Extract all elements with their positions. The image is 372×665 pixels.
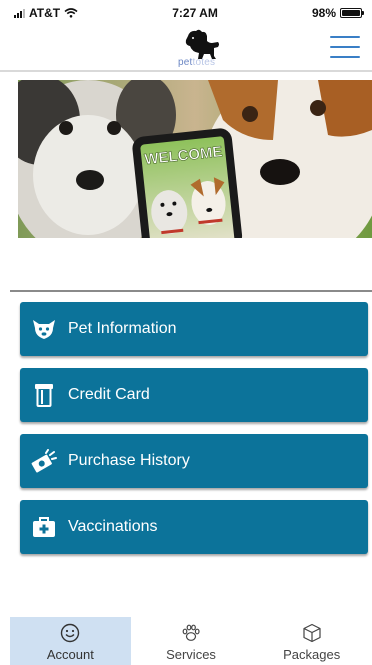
- box-icon: [303, 623, 321, 643]
- battery-icon: [340, 8, 364, 18]
- hamburger-menu-button[interactable]: [330, 34, 360, 60]
- tab-services[interactable]: Services: [131, 617, 252, 665]
- vaccinations-button[interactable]: Vaccinations: [20, 500, 368, 554]
- wifi-icon: [64, 8, 78, 18]
- clock-text: 7:27 AM: [172, 6, 218, 20]
- logo-text-totes: totes: [192, 57, 216, 68]
- bottom-tab-bar: Account Services Packages: [10, 617, 372, 665]
- vaccinations-label: Vaccinations: [68, 518, 158, 535]
- logo-text: pettotes: [178, 57, 215, 68]
- app-header: pettotes: [0, 26, 372, 72]
- hero-banner-image: WELCOME: [18, 80, 372, 238]
- section-divider: [10, 290, 372, 292]
- tab-packages[interactable]: Packages: [251, 617, 372, 665]
- medical-kit-icon: [20, 500, 68, 554]
- tab-packages-label: Packages: [283, 647, 341, 662]
- account-menu-list: Pet Information Credit Card Purchase His…: [20, 302, 368, 566]
- smiley-icon: [61, 623, 80, 643]
- pet-information-label: Pet Information: [68, 320, 177, 337]
- carrier-text: AT&T: [29, 6, 61, 20]
- tab-account-label: Account: [46, 647, 94, 662]
- hero-dogs-illustration: WELCOME: [18, 80, 372, 238]
- status-right: 98%: [311, 6, 364, 20]
- purchase-history-button[interactable]: Purchase History: [20, 434, 368, 488]
- battery-fill: [342, 10, 360, 16]
- money-icon: [20, 434, 68, 488]
- signal-icon: [14, 8, 25, 18]
- tab-account[interactable]: Account: [10, 617, 131, 665]
- credit-card-icon: [20, 368, 68, 422]
- logo-text-pet: pet: [178, 57, 193, 68]
- dog-face-icon: [20, 302, 68, 356]
- status-bar: AT&T 7:27 AM 98%: [0, 0, 372, 26]
- credit-card-label: Credit Card: [68, 386, 150, 403]
- battery-percent: 98%: [311, 6, 336, 20]
- paw-icon: [182, 624, 200, 641]
- credit-card-button[interactable]: Credit Card: [20, 368, 368, 422]
- status-left: AT&T: [14, 6, 78, 20]
- hamburger-line: [330, 46, 360, 48]
- hamburger-line: [330, 56, 360, 58]
- tab-services-label: Services: [166, 647, 216, 662]
- purchase-history-label: Purchase History: [68, 452, 190, 469]
- pet-information-button[interactable]: Pet Information: [20, 302, 368, 356]
- hamburger-line: [330, 36, 360, 38]
